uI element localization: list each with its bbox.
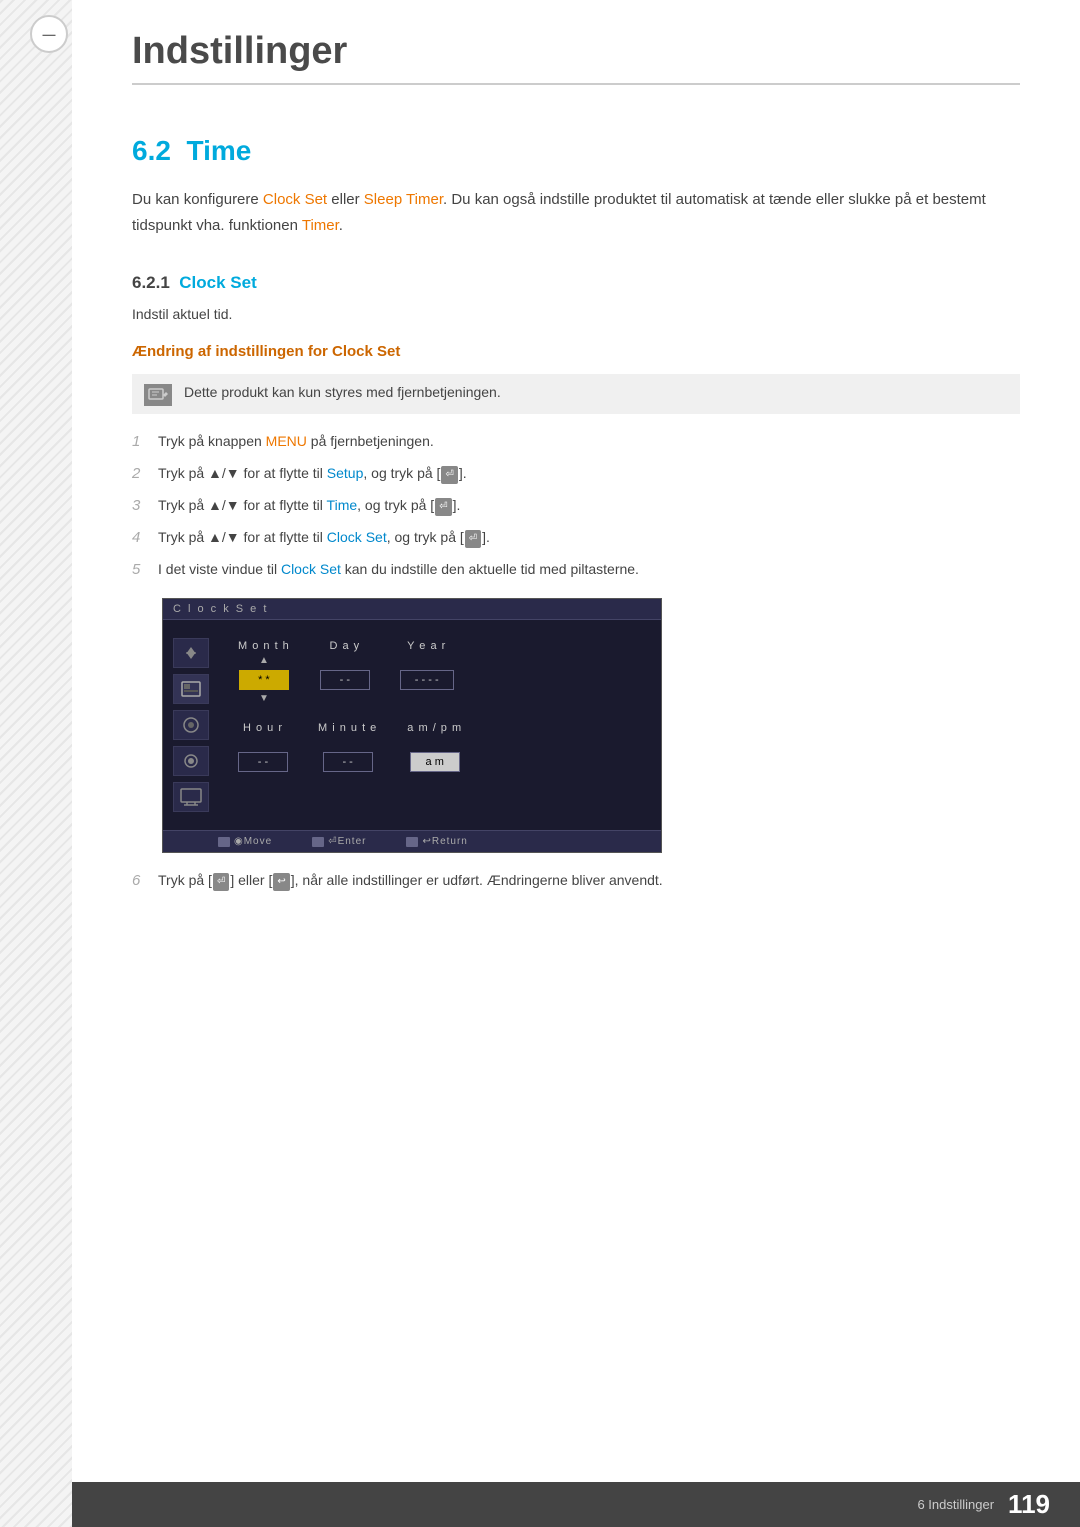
enter-key-4: ⏎ xyxy=(465,530,481,548)
cs-day-value: - - xyxy=(320,670,370,690)
cs-bottom-move: ◉Move xyxy=(218,836,272,847)
section-heading: 6.2 Time xyxy=(132,135,1020,167)
cs-year-label: Y e a r xyxy=(407,640,446,652)
step-6: 6 Tryk på [⏎] eller [↩], når alle indsti… xyxy=(132,869,1020,893)
step4-highlight: Clock Set xyxy=(327,529,387,545)
change-heading: Ændring af indstillingen for Clock Set xyxy=(132,343,1020,360)
step-text-1: Tryk på knappen MENU på fjernbetjeningen… xyxy=(158,430,1020,452)
step-text-4: Tryk på ▲/▼ for at flytte til Clock Set,… xyxy=(158,526,1020,548)
cs-month-label: M o n t h xyxy=(238,640,290,652)
step-number-2: 2 xyxy=(132,462,148,486)
step-text-2: Tryk på ▲/▼ for at flytte til Setup, og … xyxy=(158,462,1020,484)
step-1: 1 Tryk på knappen MENU på fjernbetjening… xyxy=(132,430,1020,454)
cs-bottom-enter: ⏎Enter xyxy=(312,836,366,847)
cs-month-down: ▼ xyxy=(259,694,269,704)
cs-month-up: ▲ xyxy=(259,656,269,666)
step-text-6: Tryk på [⏎] eller [↩], når alle indstill… xyxy=(158,869,1020,891)
intro-paragraph: Du kan konfigurere Clock Set eller Sleep… xyxy=(132,187,1020,238)
subsection-title: Clock Set xyxy=(179,273,256,292)
footer-section-label: 6 Indstillinger xyxy=(917,1497,994,1512)
cs-minute-value: - - xyxy=(323,752,373,772)
enter-key-6: ⏎ xyxy=(213,873,229,891)
step-number-5: 5 xyxy=(132,558,148,582)
enter-key-2: ⏎ xyxy=(441,466,457,484)
cs-row-date: M o n t h ▲ * * ▼ D a y ▲ - - ▼ xyxy=(238,640,641,704)
step3-highlight: Time xyxy=(327,497,358,513)
cs-icon-circle xyxy=(173,710,209,740)
subsection-heading: 6.2.1 Clock Set xyxy=(132,273,1020,293)
step5-highlight: Clock Set xyxy=(281,561,341,577)
decorative-stripe xyxy=(0,0,72,1527)
chapter-circle: — xyxy=(30,15,68,53)
step-4: 4 Tryk på ▲/▼ for at flytte til Clock Se… xyxy=(132,526,1020,550)
page-footer: 6 Indstillinger 119 xyxy=(72,1482,1080,1527)
cs-icon-image xyxy=(173,674,209,704)
cs-row-time: H o u r ▲ - - ▼ M i n u t e ▲ - - ▼ xyxy=(238,722,641,786)
clock-set-ui: C l o c k S e t xyxy=(162,598,662,853)
cs-field-day: D a y ▲ - - ▼ xyxy=(320,640,370,704)
enter-key-3: ⏎ xyxy=(435,498,451,516)
step6-list: 6 Tryk på [⏎] eller [↩], når alle indsti… xyxy=(132,869,1020,893)
note-text: Dette produkt kan kun styres med fjernbe… xyxy=(184,382,501,403)
step-number-6: 6 xyxy=(132,869,148,893)
intro-highlight-timer: Timer xyxy=(302,217,339,234)
subsection-clockset: 6.2.1 Clock Set Indstil aktuel tid. Ændr… xyxy=(132,273,1020,893)
cs-icon-arrow xyxy=(173,638,209,668)
page-title: Indstillinger xyxy=(132,0,1020,85)
step-text-3: Tryk på ▲/▼ for at flytte til Time, og t… xyxy=(158,494,1020,516)
cs-icon-monitor xyxy=(173,782,209,812)
cs-hour-value: - - xyxy=(238,752,288,772)
cs-month-value: * * xyxy=(239,670,289,690)
cs-field-hour: H o u r ▲ - - ▼ xyxy=(238,722,288,786)
intro-highlight-clockset: Clock Set xyxy=(263,191,327,208)
cs-ampm-value: a m xyxy=(410,752,460,772)
step-5: 5 I det viste vindue til Clock Set kan d… xyxy=(132,558,1020,582)
step-number-3: 3 xyxy=(132,494,148,518)
cs-minute-label: M i n u t e xyxy=(318,722,377,734)
footer-page-number: 119 xyxy=(1008,1489,1050,1520)
cs-return-icon xyxy=(406,837,418,847)
cs-body: M o n t h ▲ * * ▼ D a y ▲ - - ▼ xyxy=(163,620,661,830)
steps-list: 1 Tryk på knappen MENU på fjernbetjening… xyxy=(132,430,1020,582)
note-box: Dette produkt kan kun styres med fjernbe… xyxy=(132,374,1020,414)
step-text-5: I det viste vindue til Clock Set kan du … xyxy=(158,558,1020,580)
cs-main-content: M o n t h ▲ * * ▼ D a y ▲ - - ▼ xyxy=(218,630,661,820)
pencil-icon xyxy=(148,387,168,403)
cs-icon-dot xyxy=(173,746,209,776)
cs-ampm-label: a m / p m xyxy=(407,722,462,734)
cs-sidebar xyxy=(163,630,218,820)
subsection-body: Indstil aktuel tid. xyxy=(132,303,1020,325)
section-time: 6.2 Time Du kan konfigurere Clock Set el… xyxy=(132,135,1020,893)
cs-field-ampm: a m / p m ▲ a m ▼ xyxy=(407,722,462,786)
cs-year-value: - - - - xyxy=(400,670,454,690)
cs-field-month: M o n t h ▲ * * ▼ xyxy=(238,640,290,704)
step-number-1: 1 xyxy=(132,430,148,454)
cs-hour-label: H o u r xyxy=(243,722,283,734)
cs-field-minute: M i n u t e ▲ - - ▼ xyxy=(318,722,377,786)
return-key-6: ↩ xyxy=(273,873,289,891)
cs-move-icon xyxy=(218,837,230,847)
step-2: 2 Tryk på ▲/▼ for at flytte til Setup, o… xyxy=(132,462,1020,486)
note-icon xyxy=(144,384,172,406)
step-3: 3 Tryk på ▲/▼ for at flytte til Time, og… xyxy=(132,494,1020,518)
cs-enter-icon xyxy=(312,837,324,847)
cs-field-year: Y e a r ▲ - - - - ▼ xyxy=(400,640,454,704)
step-number-4: 4 xyxy=(132,526,148,550)
step2-highlight: Setup xyxy=(327,465,364,481)
cs-bottom-return: ↩Return xyxy=(406,836,467,847)
cs-titlebar: C l o c k S e t xyxy=(163,599,661,620)
cs-day-label: D a y xyxy=(329,640,360,652)
step1-highlight: MENU xyxy=(266,433,307,449)
cs-bottombar: ◉Move ⏎Enter ↩Return xyxy=(163,830,661,852)
intro-highlight-sleeptimer: Sleep Timer xyxy=(364,191,443,208)
